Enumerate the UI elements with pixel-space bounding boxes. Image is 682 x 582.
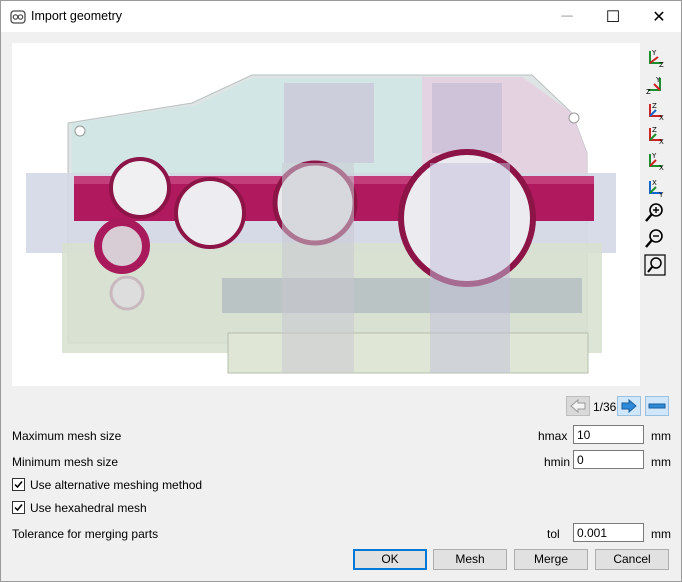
cancel-button[interactable]: Cancel — [595, 549, 669, 570]
next-page-button[interactable] — [617, 396, 641, 416]
minimize-icon: ─ — [561, 7, 573, 25]
close-button[interactable]: ✕ — [636, 1, 682, 32]
bore-1 — [109, 157, 171, 219]
zoom-out-icon[interactable] — [644, 228, 666, 250]
svg-text:Z: Z — [652, 102, 657, 110]
view-x-z-icon[interactable]: ZX — [644, 124, 666, 146]
bolt-hole — [568, 112, 580, 124]
view-y-z-icon[interactable]: YZ — [644, 47, 666, 69]
hmax-unit: mm — [651, 429, 671, 443]
shaft-2 — [430, 163, 510, 373]
housing-boss-2 — [432, 83, 502, 153]
checkmark-icon — [14, 481, 23, 489]
arrow-left-icon — [570, 398, 586, 414]
view-y-x-icon[interactable]: YX — [644, 150, 666, 172]
zoom-fit-icon[interactable] — [644, 254, 666, 276]
view-z-y-icon[interactable]: YZ — [644, 74, 666, 96]
page-indicator: 1/36 — [593, 400, 617, 414]
tolerance-input[interactable] — [573, 523, 644, 542]
hex-mesh-label: Use hexahedral mesh — [30, 501, 147, 515]
arrow-right-icon — [621, 398, 637, 414]
ok-button[interactable]: OK — [353, 549, 427, 570]
hmin-unit: mm — [651, 455, 671, 469]
hmin-input[interactable] — [573, 450, 644, 469]
bore-lower — [109, 275, 145, 311]
shaft-1 — [282, 163, 354, 373]
tolerance-unit: mm — [651, 527, 671, 541]
lower-shaft-band — [222, 278, 582, 313]
bore-small — [94, 218, 150, 274]
svg-text:Y: Y — [651, 152, 657, 160]
bore-2 — [174, 177, 246, 249]
geometry-viewport[interactable] — [12, 43, 640, 386]
zoom-in-icon[interactable] — [644, 202, 666, 224]
remove-button[interactable] — [645, 396, 669, 416]
view-z-x-icon[interactable]: ZX — [644, 100, 666, 122]
maximize-button[interactable]: ☐ — [590, 1, 636, 32]
alt-method-checkbox[interactable] — [12, 478, 25, 491]
svg-text:X: X — [652, 179, 657, 187]
hmax-symbol: hmax — [538, 429, 568, 443]
svg-text:Z: Z — [652, 126, 657, 134]
tolerance-label: Tolerance for merging parts — [12, 527, 159, 541]
hex-mesh-checkbox[interactable] — [12, 501, 25, 514]
import-geometry-dialog: Import geometry ─ ☐ ✕ Y Z Y Z Z X Z X Y … — [0, 0, 682, 582]
merge-button[interactable]: Merge — [514, 549, 588, 570]
svg-text:Y: Y — [655, 76, 661, 84]
window-title: Import geometry — [31, 9, 123, 23]
alt-method-label: Use alternative meshing method — [30, 478, 203, 492]
view-x-y-icon[interactable]: XY — [644, 177, 666, 199]
hmax-input[interactable] — [573, 425, 644, 444]
maximize-icon: ☐ — [605, 8, 621, 26]
svg-text:X: X — [659, 114, 664, 122]
housing-boss — [284, 83, 374, 163]
mesh-button[interactable]: Mesh — [433, 549, 507, 570]
bolt-hole — [74, 125, 86, 137]
gearbox-model — [26, 74, 616, 374]
close-icon: ✕ — [652, 8, 666, 26]
svg-text:Z: Z — [646, 88, 651, 96]
min-mesh-label: Minimum mesh size — [12, 455, 119, 469]
svg-text:Z: Z — [659, 61, 664, 69]
svg-text:X: X — [659, 164, 664, 172]
max-mesh-label: Maximum mesh size — [12, 429, 122, 443]
minus-icon — [648, 403, 666, 409]
minimize-button[interactable]: ─ — [544, 1, 590, 32]
svg-text:Y: Y — [651, 49, 657, 57]
svg-text:X: X — [659, 138, 664, 146]
svg-text:Y: Y — [658, 191, 664, 199]
hmin-symbol: hmin — [544, 455, 571, 469]
tol-symbol: tol — [547, 527, 560, 541]
previous-page-button[interactable] — [566, 396, 590, 416]
title-bar: Import geometry ─ ☐ ✕ — [1, 1, 681, 32]
checkmark-icon — [14, 504, 23, 512]
housing-top-cyan — [72, 78, 432, 173]
app-logo-icon — [10, 10, 26, 24]
